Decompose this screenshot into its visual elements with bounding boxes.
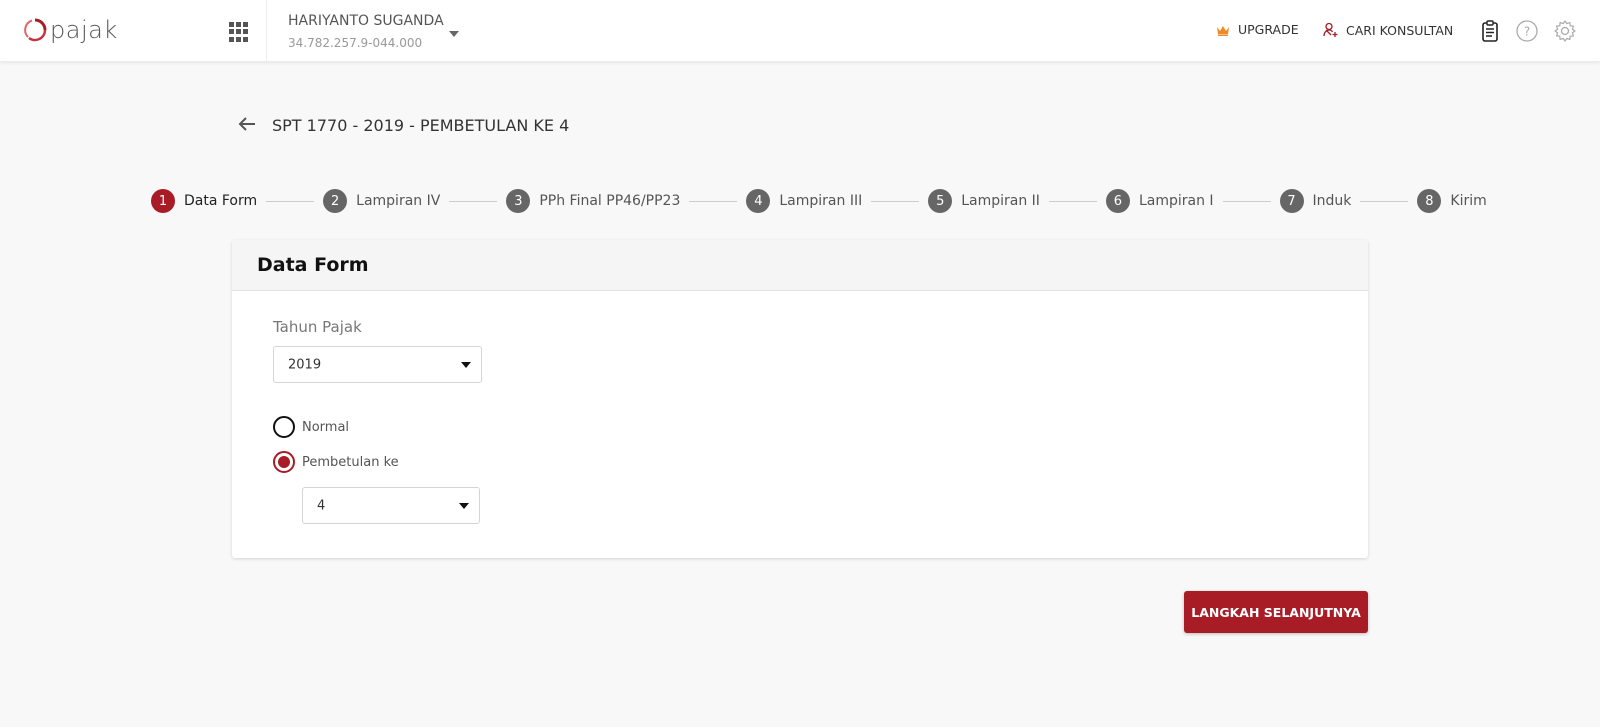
- step-label: Lampiran III: [779, 193, 863, 209]
- crown-icon: [1217, 25, 1229, 36]
- step-label: PPh Final PP46/PP23: [539, 193, 681, 209]
- caret-down-icon: [461, 361, 471, 368]
- step-kirim[interactable]: 8 Kirim: [1417, 189, 1487, 213]
- step-lampiran-iv[interactable]: 2 Lampiran IV: [323, 189, 440, 213]
- upgrade-label: UPGRADE: [1238, 22, 1299, 37]
- top-navbar: pajak HARIYANTO SUGANDA 34.782.257.9-044…: [0, 0, 1600, 62]
- upgrade-link[interactable]: UPGRADE: [1216, 22, 1299, 37]
- user-switcher[interactable]: HARIYANTO SUGANDA 34.782.257.9-044.000: [288, 12, 444, 52]
- pembetulan-ke-value: 4: [317, 498, 326, 513]
- apps-grid-icon[interactable]: [229, 22, 249, 42]
- step-connector: [871, 200, 920, 202]
- step-label: Lampiran IV: [356, 193, 441, 209]
- step-connector: [1222, 200, 1271, 202]
- step-number: 6: [1105, 189, 1130, 213]
- step-data-form[interactable]: 1 Data Form: [151, 189, 257, 213]
- chevron-down-icon[interactable]: [449, 31, 459, 37]
- page-title: SPT 1770 - 2019 - PEMBETULAN KE 4: [272, 116, 570, 135]
- step-connector: [1048, 200, 1097, 202]
- radio-normal-label: Normal: [302, 419, 350, 435]
- step-lampiran-iii[interactable]: 4 Lampiran III: [746, 189, 862, 213]
- consultant-icon: [1323, 22, 1338, 37]
- card-header: Data Form: [232, 240, 1368, 291]
- card-title: Data Form: [257, 254, 369, 276]
- step-number: 7: [1279, 189, 1304, 213]
- step-number: 4: [746, 189, 771, 213]
- radio-pembetulan[interactable]: Pembetulan ke: [273, 451, 399, 473]
- pembetulan-ke-select[interactable]: 4: [302, 487, 480, 524]
- step-connector: [266, 200, 315, 202]
- step-label: Lampiran II: [961, 193, 1040, 209]
- user-npwp: 34.782.257.9-044.000: [288, 36, 423, 50]
- radio-pembetulan-button[interactable]: [273, 451, 295, 473]
- logo-ring-icon: [24, 18, 47, 42]
- step-connector: [689, 200, 738, 202]
- tahun-pajak-label: Tahun Pajak: [273, 318, 362, 336]
- step-number: 3: [506, 189, 531, 213]
- radio-normal-button[interactable]: [273, 416, 295, 438]
- step-number: 1: [151, 189, 175, 213]
- step-lampiran-ii[interactable]: 5 Lampiran II: [928, 189, 1040, 213]
- step-number: 5: [928, 189, 953, 213]
- data-form-card: Data Form Tahun Pajak 2019 Normal Pembet…: [232, 240, 1368, 558]
- tahun-pajak-select[interactable]: 2019: [273, 346, 482, 383]
- logo-text: pajak: [50, 16, 118, 44]
- help-icon[interactable]: ?: [1515, 19, 1539, 43]
- cari-konsultan-label: CARI KONSULTAN: [1346, 22, 1454, 38]
- radio-normal[interactable]: Normal: [273, 416, 349, 438]
- clipboard-icon[interactable]: [1478, 19, 1502, 43]
- pajak-logo[interactable]: pajak: [23, 17, 118, 43]
- back-arrow-icon[interactable]: [238, 116, 256, 132]
- step-label: Kirim: [1450, 193, 1487, 209]
- step-number: 2: [323, 189, 348, 213]
- step-label: Lampiran I: [1138, 193, 1214, 209]
- header-divider: [266, 0, 267, 62]
- radio-pembetulan-label: Pembetulan ke: [302, 454, 399, 470]
- step-label: Data Form: [184, 193, 258, 209]
- step-lampiran-i[interactable]: 6 Lampiran I: [1105, 189, 1214, 213]
- cari-konsultan-link[interactable]: CARI KONSULTAN: [1322, 22, 1453, 38]
- step-connector: [1360, 200, 1409, 202]
- step-connector: [449, 200, 498, 202]
- step-number: 8: [1417, 189, 1442, 213]
- step-induk[interactable]: 7 Induk: [1279, 189, 1352, 213]
- svg-text:?: ?: [1524, 25, 1530, 39]
- gear-icon[interactable]: [1553, 19, 1577, 43]
- caret-down-icon: [459, 502, 469, 509]
- step-pph-final[interactable]: 3 PPh Final PP46/PP23: [506, 189, 680, 213]
- wizard-stepper: 1 Data Form 2 Lampiran IV 3 PPh Final PP…: [151, 188, 1487, 214]
- tahun-pajak-value: 2019: [288, 357, 322, 372]
- step-label: Induk: [1312, 193, 1352, 209]
- next-step-button[interactable]: LANGKAH SELANJUTNYA: [1184, 591, 1368, 633]
- user-name: HARIYANTO SUGANDA: [288, 13, 444, 29]
